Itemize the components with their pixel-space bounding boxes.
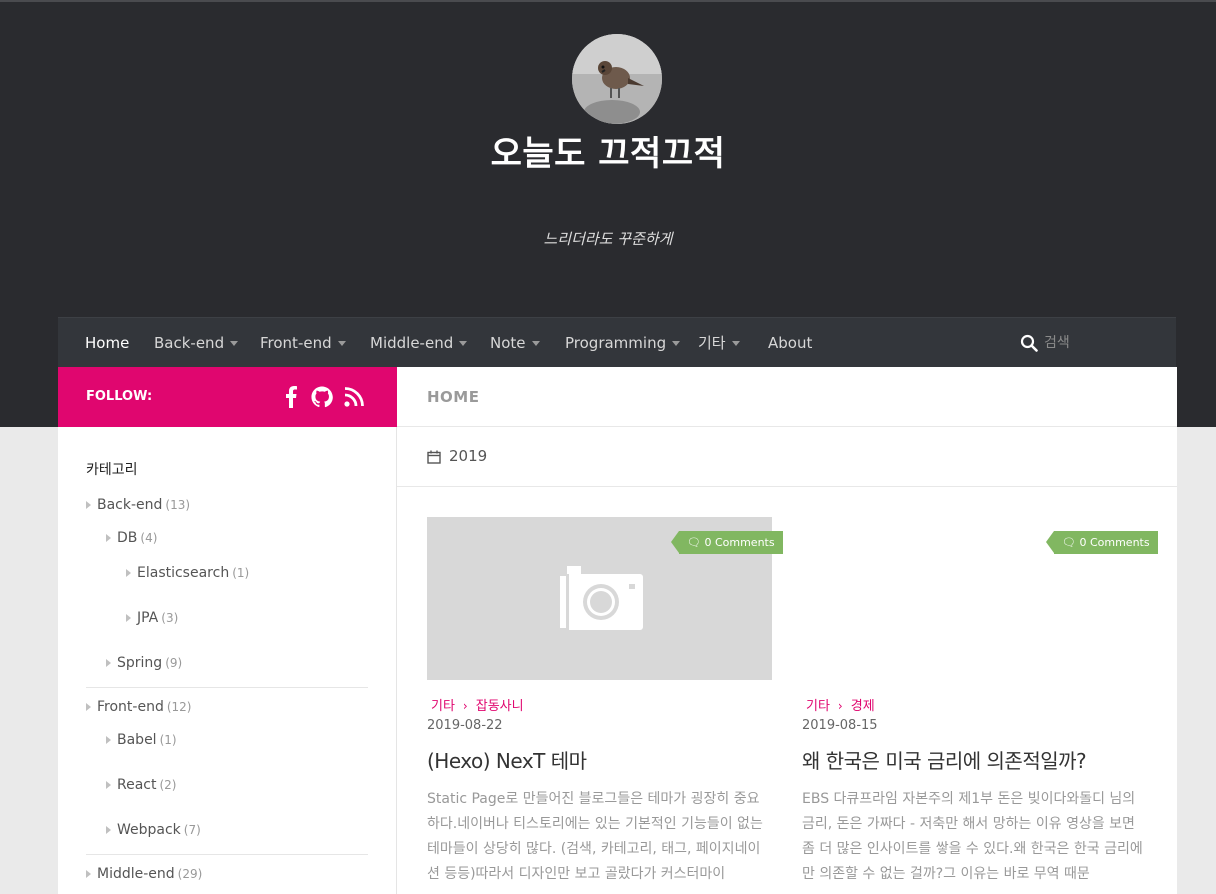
comments-badge[interactable]: 🗨 0 Comments — [671, 531, 783, 554]
post-categories: 기타 › 경제 — [806, 695, 875, 714]
follow-bar: FOLLOW: — [58, 367, 397, 427]
category-item-front-end[interactable]: Front-end (12) — [86, 699, 191, 715]
post-date: 2019-08-15 — [802, 718, 878, 733]
post-excerpt: Static Page로 만들어진 블로그들은 테마가 굉장히 중요하다.네이버… — [427, 791, 763, 882]
category-item-jpa[interactable]: JPA (3) — [126, 610, 178, 626]
caret-right-icon — [86, 501, 91, 509]
caret-right-icon — [86, 870, 91, 878]
post-title[interactable]: 왜 한국은 미국 금리에 의존적일까? — [802, 745, 1087, 774]
chevron-right-icon: › — [837, 699, 843, 713]
category-item-middle-end[interactable]: Middle-end (29) — [86, 866, 202, 882]
nav-item-front-end[interactable]: Front-end — [260, 318, 346, 368]
caret-right-icon — [106, 736, 111, 744]
nav-item-note[interactable]: Note — [490, 318, 540, 368]
nav-item-programming[interactable]: Programming — [565, 318, 681, 368]
caret-right-icon — [106, 534, 111, 542]
chevron-down-icon — [337, 341, 346, 346]
divider — [86, 854, 368, 855]
category-widget-title: 카테고리 — [86, 462, 138, 478]
chevron-right-icon: › — [462, 699, 468, 713]
caret-right-icon — [106, 781, 111, 789]
post-subcategory-link[interactable]: 잡동사니 — [476, 699, 524, 714]
category-item-babel[interactable]: Babel (1) — [106, 732, 177, 748]
avatar[interactable] — [572, 34, 662, 124]
comment-icon: 🗨 — [687, 536, 705, 549]
chevron-down-icon — [672, 341, 681, 346]
divider — [86, 687, 368, 688]
category-item-spring[interactable]: Spring (9) — [106, 655, 182, 671]
archive-year: 2019 — [449, 447, 488, 465]
github-icon[interactable] — [310, 384, 334, 410]
nav-item-etc[interactable]: 기타 — [698, 318, 740, 368]
facebook-icon[interactable] — [279, 384, 303, 410]
site-title[interactable]: 오늘도 끄적끄적 — [0, 126, 1216, 175]
post-excerpt: EBS 다큐프라임 자본주의 제1부 돈은 빚이다와돌디 님의 금리, 돈은 가… — [802, 791, 1143, 882]
category-item-db[interactable]: DB (4) — [106, 530, 157, 546]
caret-right-icon — [106, 826, 111, 834]
chevron-down-icon — [230, 341, 239, 346]
caret-right-icon — [86, 703, 91, 711]
post-title[interactable]: (Hexo) NexT 테마 — [427, 745, 587, 774]
caret-right-icon — [106, 659, 111, 667]
nav-item-about[interactable]: About — [768, 318, 812, 368]
post-date: 2019-08-22 — [427, 718, 503, 733]
site-description: 느리더라도 꾸준하게 — [543, 230, 673, 248]
post-subcategory-link[interactable]: 경제 — [851, 699, 875, 714]
nav-item-middle-end[interactable]: Middle-end — [370, 318, 468, 368]
calendar-icon — [427, 450, 441, 464]
search-input[interactable] — [1044, 330, 1164, 356]
nav-item-home[interactable]: Home — [85, 318, 129, 368]
divider — [397, 486, 1177, 487]
divider — [397, 426, 1177, 427]
follow-label: FOLLOW: — [86, 389, 153, 404]
comments-badge[interactable]: 🗨 0 Comments — [1046, 531, 1158, 554]
search-icon[interactable] — [1020, 334, 1038, 352]
nav-item-back-end[interactable]: Back-end — [154, 318, 239, 368]
category-item-webpack[interactable]: Webpack (7) — [106, 822, 201, 838]
chevron-down-icon — [531, 341, 540, 346]
category-item-react[interactable]: React (2) — [106, 777, 176, 793]
bird-photo — [572, 34, 662, 124]
chevron-down-icon — [459, 341, 468, 346]
caret-right-icon — [126, 569, 131, 577]
sidebar: 카테고리 Back-end (13) DB (4) Elasticsearch (1)… — [58, 427, 397, 894]
main-nav: Home Back-end Front-end Middle-end Note … — [58, 317, 1176, 367]
caret-right-icon — [126, 614, 131, 622]
comment-icon: 🗨 — [1062, 536, 1080, 549]
category-item-back-end[interactable]: Back-end (13) — [86, 497, 190, 513]
main-content: HOME 2019 🗨 0 Comments 기타 › 잡동사니 2019-08-2… — [397, 367, 1177, 894]
chevron-down-icon — [731, 341, 740, 346]
post-category-link[interactable]: 기타 — [431, 699, 455, 714]
category-item-elasticsearch[interactable]: Elasticsearch (1) — [126, 565, 249, 581]
page-heading: HOME — [427, 388, 480, 406]
post-categories: 기타 › 잡동사니 — [431, 695, 524, 714]
post-category-link[interactable]: 기타 — [806, 699, 830, 714]
rss-icon[interactable] — [342, 384, 366, 410]
